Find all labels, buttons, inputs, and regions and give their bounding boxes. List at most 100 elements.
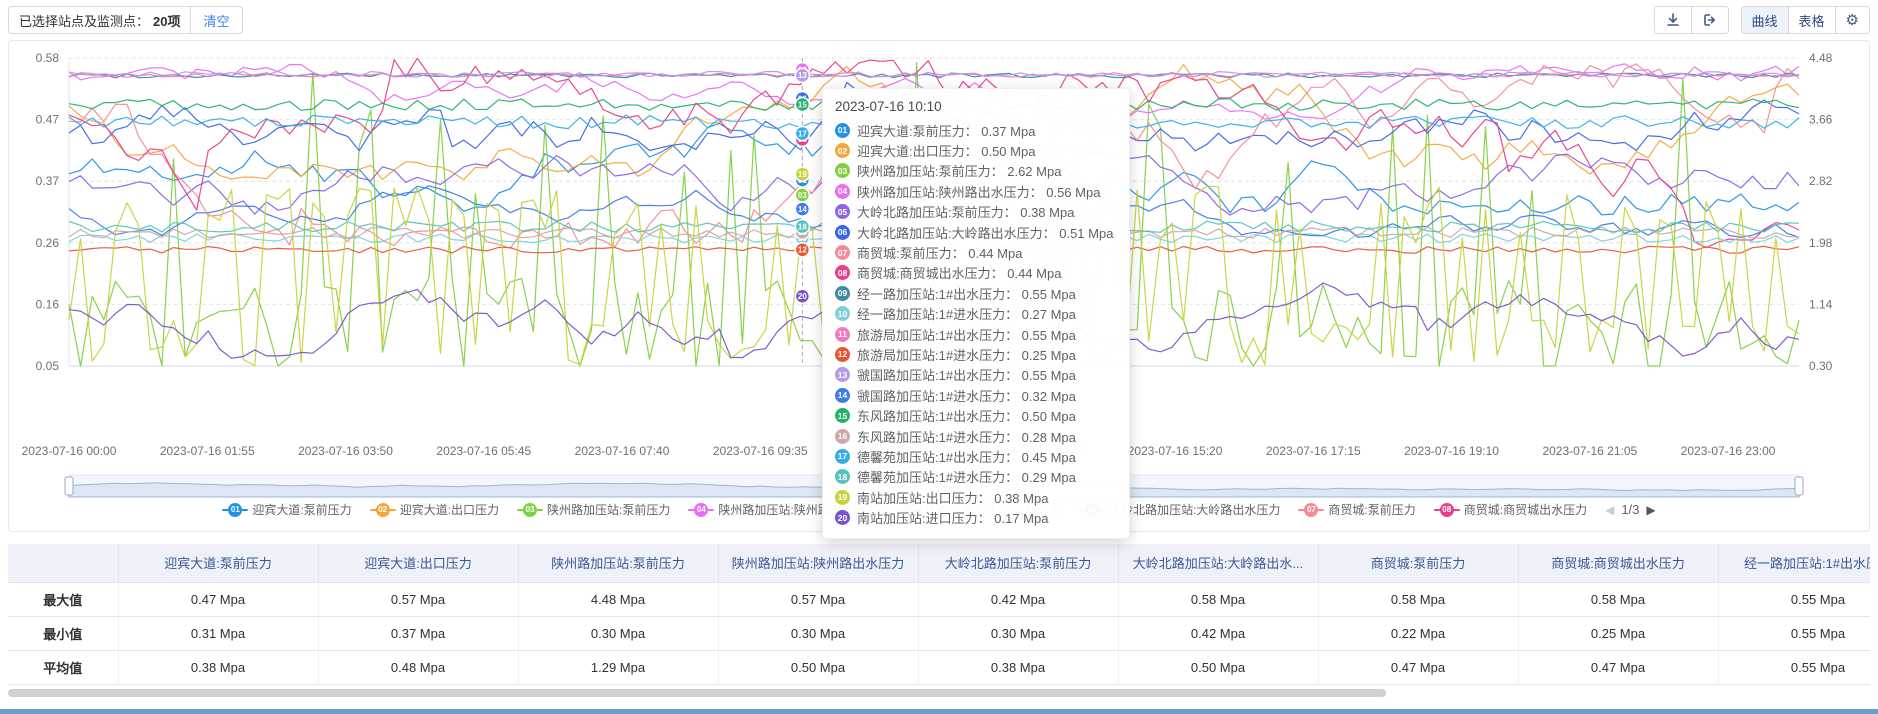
tooltip-series-badge: 19 [835, 490, 850, 505]
tooltip-series-badge: 01 [835, 123, 850, 138]
view-curve-button[interactable]: 曲线 [1742, 7, 1788, 33]
view-table-button[interactable]: 表格 [1788, 7, 1835, 33]
tooltip-row-02: 02 迎宾大道:出口压力： 0.50 Mpa [835, 140, 1113, 160]
table-scrollbar [8, 689, 1870, 697]
table-cell: 0.22 Mpa [1318, 616, 1518, 650]
tooltip-series-value: 德馨苑加压站:1#出水压力： 0.45 Mpa [857, 447, 1076, 466]
table-corner-cell [8, 544, 118, 582]
tooltip-series-value: 旅游局加压站:1#出水压力： 0.55 Mpa [857, 325, 1076, 344]
tooltip-series-value: 旅游局加压站:1#进水压力： 0.25 Mpa [857, 345, 1076, 364]
tooltip-row-09: 09 经一路加压站:1#出水压力： 0.55 Mpa [835, 283, 1113, 303]
table-cell: 0.38 Mpa [118, 650, 318, 684]
hover-badge-20: 20 [795, 289, 809, 303]
toolbar-buttons: 曲线 表格 ⚙ [1654, 6, 1870, 34]
export-button[interactable] [1691, 7, 1728, 33]
legend-prev-icon[interactable]: ◀ [1605, 503, 1614, 517]
table-cell: 0.58 Mpa [1318, 582, 1518, 616]
right-axis-label: 1.14 [1809, 297, 1833, 311]
export-icon [1702, 12, 1718, 28]
x-axis-label: 2023-07-16 09:35 [713, 444, 808, 458]
table-cell: 0.47 Mpa [1318, 650, 1518, 684]
x-axis-label: 2023-07-16 17:15 [1266, 444, 1361, 458]
tooltip-row-08: 08商贸城:商贸城出水压力： 0.44 Mpa [835, 263, 1113, 283]
download-icon [1665, 12, 1681, 28]
table-row-label: 最小值 [8, 616, 118, 650]
download-button[interactable] [1655, 7, 1691, 33]
hover-badge-17: 17 [795, 127, 809, 141]
table-cell: 0.47 Mpa [1518, 650, 1718, 684]
tooltip-series-value: 经一路加压站:1#进水压力： 0.27 Mpa [857, 304, 1076, 323]
datazoom-handle-right[interactable] [1795, 477, 1803, 495]
table-scrollbar-thumb[interactable] [8, 689, 1386, 697]
tooltip-series-value: 南站加压站:出口压力： 0.38 Mpa [857, 488, 1048, 507]
table-cell: 0.58 Mpa [1518, 582, 1718, 616]
legend-item-08[interactable]: 08商贸城:商贸城出水压力 [1434, 501, 1587, 518]
clear-selection-button[interactable]: 清空 [191, 11, 241, 30]
svg-text:03: 03 [798, 191, 807, 200]
right-axis-label: 2.82 [1809, 174, 1833, 188]
tooltip-series-badge: 02 [835, 143, 850, 158]
tooltip-series-badge: 15 [835, 408, 850, 423]
tooltip-series-value: 迎宾大道:出口压力： 0.50 Mpa [857, 141, 1035, 160]
table-column-header: 迎宾大道:出口压力 [318, 544, 518, 582]
tooltip-row-17: 17德馨苑加压站:1#出水压力： 0.45 Mpa [835, 446, 1113, 466]
svg-text:18: 18 [798, 222, 807, 231]
legend-item-01[interactable]: 01迎宾大道:泵前压力 [222, 501, 351, 518]
stats-table-wrap: 迎宾大道:泵前压力迎宾大道:出口压力陕州路加压站:泵前压力陕州路加压站:陕州路出… [8, 544, 1870, 686]
hover-badge-14: 14 [795, 202, 809, 216]
tooltip-series-badge: 04 [835, 184, 850, 199]
table-column-header: 商贸城:泵前压力 [1318, 544, 1518, 582]
tooltip-row-10: 10 经一路加压站:1#进水压力： 0.27 Mpa [835, 304, 1113, 324]
table-column-header: 陕州路加压站:陕州路出水压力 [718, 544, 918, 582]
hover-badge-19: 19 [795, 167, 809, 181]
settings-button[interactable]: ⚙ [1835, 7, 1869, 33]
right-axis-label: 4.48 [1809, 51, 1833, 65]
right-axis-label: 3.66 [1809, 113, 1833, 127]
svg-text:19: 19 [798, 170, 807, 179]
legend-marker-icon: 01 [222, 503, 248, 517]
tooltip-series-badge: 10 [835, 306, 850, 321]
legend-label: 商贸城:商贸城出水压力 [1464, 501, 1587, 518]
table-row: 最小值0.31 Mpa0.37 Mpa0.30 Mpa0.30 Mpa0.30 … [8, 616, 1870, 650]
tooltip-series-badge: 09 [835, 286, 850, 301]
legend-next-icon[interactable]: ▶ [1646, 503, 1655, 517]
tooltip-series-badge: 11 [835, 327, 850, 342]
datazoom-handle-left[interactable] [65, 477, 73, 495]
table-row-label: 平均值 [8, 650, 118, 684]
legend-label: 商贸城:泵前压力 [1328, 501, 1415, 518]
tooltip-series-value: 南站加压站:进口压力： 0.17 Mpa [857, 508, 1048, 527]
bottom-strip [0, 709, 1878, 714]
tooltip-row-15: 15 东风路加压站:1#出水压力： 0.50 Mpa [835, 405, 1113, 425]
table-cell: 0.50 Mpa [1118, 650, 1318, 684]
table-cell: 0.47 Mpa [118, 582, 318, 616]
tooltip-series-badge: 08 [835, 265, 850, 280]
x-axis-label: 2023-07-16 23:00 [1681, 444, 1776, 458]
chart-tooltip: 2023-07-16 10:10 01迎宾大道:泵前压力： 0.37 Mpa02… [822, 88, 1130, 539]
x-axis-label: 2023-07-16 03:50 [298, 444, 393, 458]
legend-item-02[interactable]: 02 迎宾大道:出口压力 [370, 501, 499, 518]
selection-label: 已选择站点及监测点： [9, 11, 153, 30]
svg-text:12: 12 [798, 246, 807, 255]
legend-marker-icon: 02 [370, 503, 396, 517]
svg-text:17: 17 [798, 129, 807, 138]
tooltip-row-01: 01迎宾大道:泵前压力： 0.37 Mpa [835, 120, 1113, 140]
legend-label: 迎宾大道:出口压力 [400, 501, 499, 518]
tooltip-series-value: 经一路加压站:1#出水压力： 0.55 Mpa [857, 284, 1076, 303]
x-axis-label: 2023-07-16 21:05 [1542, 444, 1637, 458]
legend-item-07[interactable]: 07商贸城:泵前压力 [1298, 501, 1415, 518]
legend-pager: ◀1/3▶ [1605, 502, 1656, 517]
tooltip-series-value: 东风路加压站:1#出水压力： 0.50 Mpa [857, 406, 1076, 425]
x-axis-label: 2023-07-16 01:55 [160, 444, 255, 458]
hover-badge-15: 15 [795, 97, 809, 111]
tooltip-series-badge: 05 [835, 204, 850, 219]
x-axis-label: 2023-07-16 07:40 [575, 444, 670, 458]
tooltip-row-12: 12旅游局加压站:1#进水压力： 0.25 Mpa [835, 344, 1113, 364]
left-axis-label: 0.58 [36, 51, 60, 65]
tooltip-row-18: 18德馨苑加压站:1#进水压力： 0.29 Mpa [835, 467, 1113, 487]
legend-marker-icon: 03 [517, 503, 543, 517]
table-column-header: 经一路加压站:1#出水压力 [1718, 544, 1870, 582]
tooltip-series-badge: 13 [835, 367, 850, 382]
tooltip-row-03: 03陕州路加压站:泵前压力： 2.62 Mpa [835, 161, 1113, 181]
legend-item-03[interactable]: 03陕州路加压站:泵前压力 [517, 501, 670, 518]
tooltip-series-badge: 18 [835, 469, 850, 484]
